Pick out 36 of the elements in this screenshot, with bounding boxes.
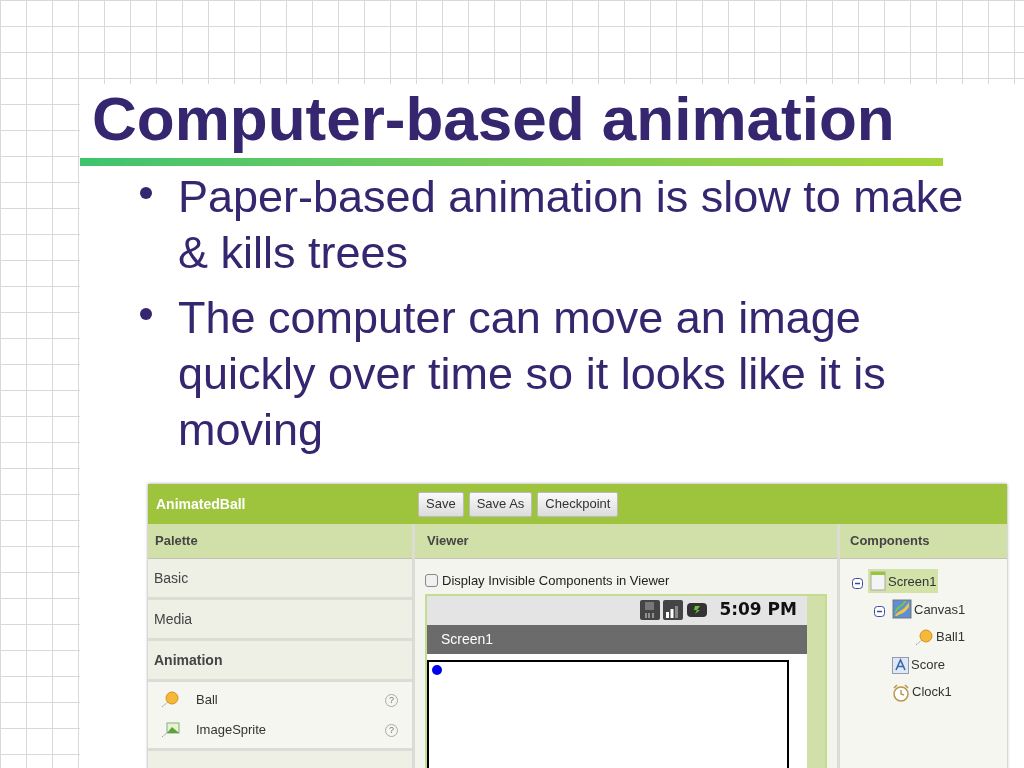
tree-item[interactable]: Score: [890, 652, 947, 676]
project-title: AnimatedBall: [156, 496, 246, 512]
network-icon: [640, 600, 661, 620]
tree-item[interactable]: Ball1: [912, 625, 967, 649]
panel-header: Palette: [148, 524, 412, 559]
panel-header: Components: [840, 524, 1007, 559]
toolbar-button[interactable]: Save: [418, 491, 464, 517]
panel-header: Viewer: [415, 524, 837, 559]
image-icon: [160, 721, 180, 739]
toolbar-button[interactable]: Save As: [468, 491, 533, 517]
canvas-icon: [892, 599, 912, 619]
bullet-text: Paper-based animation is slow to make & kills trees: [178, 170, 965, 280]
label-icon: [892, 657, 909, 674]
clock-icon: [892, 683, 910, 702]
tree-item[interactable]: Clock1: [890, 680, 954, 704]
screen-title-bar: Screen1: [427, 624, 807, 654]
signal-icon: [663, 600, 684, 620]
battery-icon: [686, 602, 709, 618]
tree-item[interactable]: Canvas1: [890, 597, 968, 621]
ball-icon: [160, 691, 180, 709]
ball-icon: [914, 628, 934, 647]
bullet-text: The computer can move an image quickly over time so it looks like it is moving: [178, 291, 887, 457]
slide-title: Computer-based animation: [92, 84, 895, 154]
clock-time: 5:09 PM: [719, 598, 797, 622]
tree-item[interactable]: Screen1: [868, 569, 939, 593]
palette-item[interactable]: Ball ?: [148, 690, 412, 710]
toolbar-button[interactable]: Checkpoint: [537, 491, 619, 517]
collapse-icon[interactable]: [873, 606, 885, 617]
collapse-icon[interactable]: [851, 578, 863, 589]
palette-category[interactable]: Animation: [148, 641, 412, 682]
palette-category[interactable]: Media: [148, 600, 412, 641]
checkbox[interactable]: [425, 574, 438, 588]
screen-icon: [870, 571, 886, 591]
palette-category[interactable]: Basic: [148, 559, 412, 600]
checkbox-label: Display Invisible Components in Viewer: [442, 572, 670, 590]
palette-item[interactable]: ImageSprite ?: [148, 720, 412, 740]
